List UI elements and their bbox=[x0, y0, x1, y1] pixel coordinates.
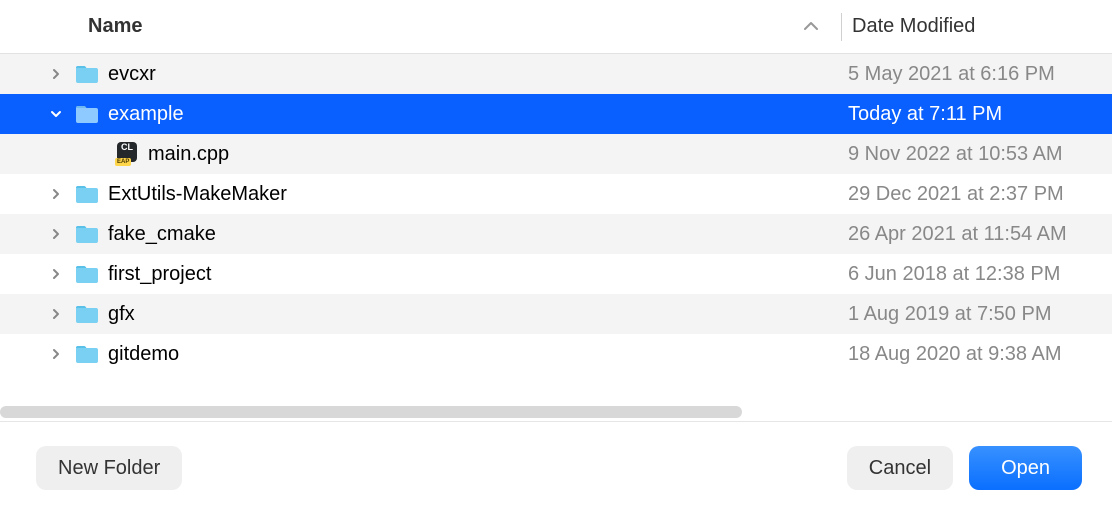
button-bar: New Folder Cancel Open bbox=[0, 422, 1112, 514]
file-name: first_project bbox=[108, 263, 848, 286]
horizontal-scrollbar-thumb[interactable] bbox=[0, 406, 742, 418]
column-header-name[interactable]: Name bbox=[0, 15, 791, 38]
file-row[interactable]: gfx1 Aug 2019 at 7:50 PM bbox=[0, 294, 1112, 334]
chevron-down-icon[interactable] bbox=[46, 108, 66, 120]
file-row[interactable]: exampleToday at 7:11 PM bbox=[0, 94, 1112, 134]
file-name: ExtUtils-MakeMaker bbox=[108, 183, 848, 206]
chevron-right-icon[interactable] bbox=[46, 308, 66, 320]
file-name: evcxr bbox=[108, 63, 848, 86]
column-header-row: Name Date Modified bbox=[0, 0, 1112, 54]
new-folder-button[interactable]: New Folder bbox=[36, 446, 182, 490]
file-row[interactable]: ExtUtils-MakeMaker29 Dec 2021 at 2:37 PM bbox=[0, 174, 1112, 214]
file-name: fake_cmake bbox=[108, 223, 848, 246]
file-date: 18 Aug 2020 at 9:38 AM bbox=[848, 343, 1112, 366]
file-date: Today at 7:11 PM bbox=[848, 103, 1112, 126]
folder-icon bbox=[74, 61, 100, 87]
chevron-right-icon[interactable] bbox=[46, 348, 66, 360]
chevron-right-icon[interactable] bbox=[46, 68, 66, 80]
cpp-file-icon: CL EAP bbox=[114, 141, 140, 167]
column-header-date[interactable]: Date Modified bbox=[852, 15, 1112, 38]
file-date: 1 Aug 2019 at 7:50 PM bbox=[848, 303, 1112, 326]
horizontal-scrollbar-track[interactable] bbox=[0, 403, 1112, 421]
folder-icon bbox=[74, 261, 100, 287]
folder-icon bbox=[74, 341, 100, 367]
file-row[interactable]: evcxr5 May 2021 at 6:16 PM bbox=[0, 54, 1112, 94]
file-name: gfx bbox=[108, 303, 848, 326]
chevron-right-icon[interactable] bbox=[46, 228, 66, 240]
file-date: 26 Apr 2021 at 11:54 AM bbox=[848, 223, 1112, 246]
file-name: gitdemo bbox=[108, 343, 848, 366]
chevron-right-icon[interactable] bbox=[46, 188, 66, 200]
file-name: example bbox=[108, 103, 848, 126]
sort-ascending-icon[interactable] bbox=[791, 18, 831, 36]
folder-icon bbox=[74, 101, 100, 127]
chevron-right-icon[interactable] bbox=[46, 268, 66, 280]
cancel-button[interactable]: Cancel bbox=[847, 446, 953, 490]
folder-icon bbox=[74, 301, 100, 327]
file-date: 6 Jun 2018 at 12:38 PM bbox=[848, 263, 1112, 286]
folder-icon bbox=[74, 181, 100, 207]
file-row[interactable]: fake_cmake26 Apr 2021 at 11:54 AM bbox=[0, 214, 1112, 254]
file-row[interactable]: CL EAP main.cpp9 Nov 2022 at 10:53 AM bbox=[0, 134, 1112, 174]
file-name: main.cpp bbox=[148, 143, 848, 166]
folder-icon bbox=[74, 221, 100, 247]
file-list: evcxr5 May 2021 at 6:16 PM exampleToday … bbox=[0, 54, 1112, 403]
file-date: 5 May 2021 at 6:16 PM bbox=[848, 63, 1112, 86]
file-date: 9 Nov 2022 at 10:53 AM bbox=[848, 143, 1112, 166]
file-date: 29 Dec 2021 at 2:37 PM bbox=[848, 183, 1112, 206]
column-divider[interactable] bbox=[841, 13, 842, 41]
open-button[interactable]: Open bbox=[969, 446, 1082, 490]
file-row[interactable]: first_project6 Jun 2018 at 12:38 PM bbox=[0, 254, 1112, 294]
file-row[interactable]: gitdemo18 Aug 2020 at 9:38 AM bbox=[0, 334, 1112, 374]
